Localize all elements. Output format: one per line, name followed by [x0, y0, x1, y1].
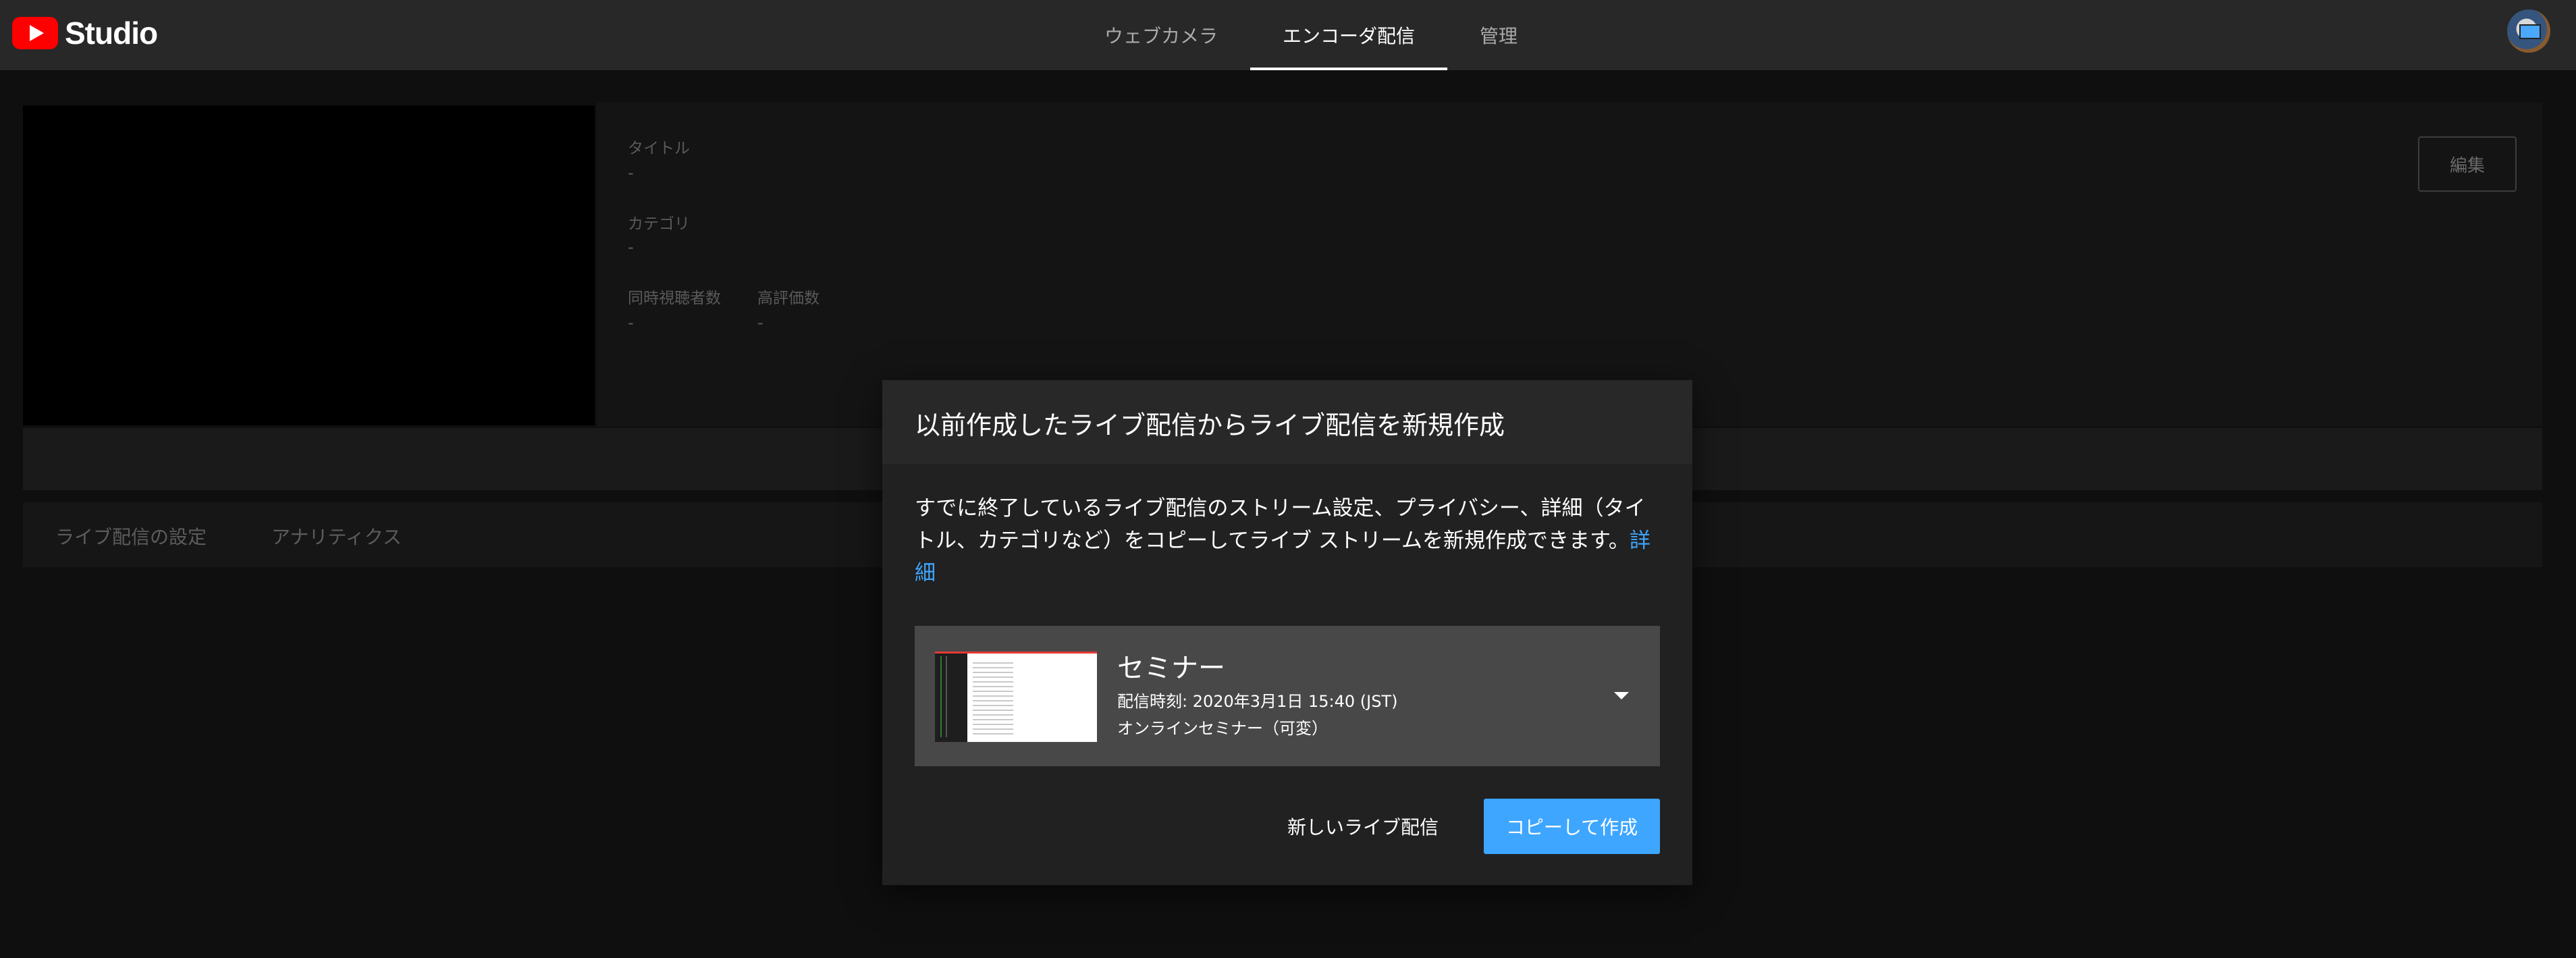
copy-create-button[interactable]: コピーして作成: [1484, 799, 1660, 854]
tab-analytics[interactable]: アナリティクス: [271, 523, 402, 550]
likes-value: -: [757, 313, 763, 332]
new-stream-button[interactable]: 新しいライブ配信: [1275, 799, 1451, 854]
thumbnail-detail: [946, 656, 947, 737]
avatar[interactable]: [2507, 9, 2550, 53]
dialog-description: すでに終了しているライブ配信のストリーム設定、プライバシー、詳細（タイトル、カテ…: [915, 492, 1664, 589]
chevron-down-icon[interactable]: [1614, 692, 1629, 699]
youtube-play-icon: [12, 17, 58, 49]
tab-encoder-stream[interactable]: エンコーダ配信: [1250, 0, 1448, 70]
top-tabs: ウェブカメラ エンコーダ配信 管理: [1072, 0, 1550, 70]
title-value: -: [628, 163, 634, 182]
thumbnail-detail: [940, 656, 942, 737]
stream-preview: [23, 105, 595, 425]
stream-details-panel: タイトル - カテゴリ - 同時視聴者数 - 高評価数 -: [597, 103, 2542, 427]
edit-button[interactable]: 編集: [2418, 136, 2517, 192]
top-bar: Studio ウェブカメラ エンコーダ配信 管理: [0, 0, 2576, 70]
tab-manage[interactable]: 管理: [1447, 0, 1550, 70]
studio-logo[interactable]: Studio: [12, 15, 158, 51]
dialog-title: 以前作成したライブ配信からライブ配信を新規作成: [915, 410, 1505, 440]
copy-stream-dialog: 以前作成したライブ配信からライブ配信を新規作成 すでに終了しているライブ配信のス…: [882, 380, 1692, 885]
title-label: タイトル: [628, 140, 690, 157]
stream-title: セミナー: [1117, 653, 1225, 684]
category-label: カテゴリ: [628, 215, 690, 233]
category-value: -: [628, 238, 634, 257]
viewers-label: 同時視聴者数: [628, 290, 721, 307]
description-text: すでに終了しているライブ配信のストリーム設定、プライバシー、詳細（タイトル、カテ…: [915, 496, 1646, 553]
tab-stream-settings[interactable]: ライブ配信の設定: [55, 523, 207, 550]
avatar-image: [2519, 24, 2541, 39]
viewers-value: -: [628, 313, 634, 332]
logo-text: Studio: [65, 16, 158, 51]
stream-thumbnail: [935, 651, 1097, 742]
stream-scheduled-time: 配信時刻: 2020年3月1日 15:40 (JST): [1117, 692, 1398, 711]
stream-select-dropdown[interactable]: セミナー 配信時刻: 2020年3月1日 15:40 (JST) オンラインセミ…: [915, 626, 1660, 766]
dialog-header: 以前作成したライブ配信からライブ配信を新規作成: [882, 380, 1692, 464]
stream-description: オンラインセミナー（可変）: [1117, 719, 1328, 738]
likes-label: 高評価数: [757, 290, 820, 307]
tab-webcam[interactable]: ウェブカメラ: [1072, 0, 1250, 70]
thumbnail-content: [973, 659, 1013, 737]
